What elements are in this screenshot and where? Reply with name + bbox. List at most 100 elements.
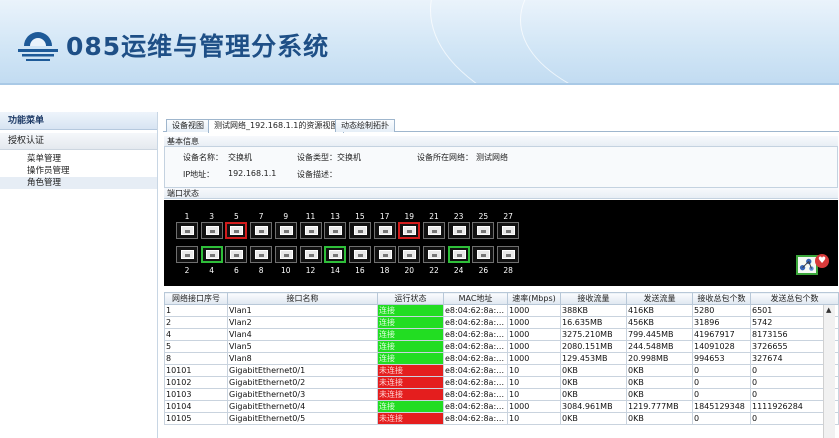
port-number-label: 27 — [503, 212, 513, 221]
port-icon[interactable] — [447, 222, 470, 239]
table-row[interactable]: 8 Vlan8 连接 e8:04:62:8a:0c... 1000 129.453MB 20… — [164, 352, 839, 365]
column-header[interactable]: 速率(Mbps) — [507, 292, 561, 305]
app-title: 085运维与管理分系统 — [66, 32, 330, 61]
status-cell: 连接 — [377, 352, 444, 365]
ethernet-jack-icon — [502, 226, 516, 235]
column-header[interactable]: 网络接口序号 — [164, 292, 228, 305]
port-number-label: 17 — [379, 212, 390, 221]
header-banner: 085运维与管理分系统 — [0, 0, 839, 85]
sidebar-item-role-management[interactable]: 角色管理 — [0, 177, 157, 189]
sidebar-group-auth[interactable]: 授权认证 — [0, 133, 157, 150]
table-row[interactable]: 10102 GigabitEthernet0/2 未连接 e8:04:62:8a:0c… — [164, 376, 839, 389]
port-icon[interactable] — [299, 246, 322, 263]
port-icon[interactable] — [348, 246, 371, 263]
port-icon[interactable] — [274, 246, 297, 263]
table-cell: 0KB — [626, 412, 693, 425]
table-cell: e8:04:62:8a:0c... — [443, 364, 508, 377]
table-row[interactable]: 5 Vlan5 连接 e8:04:62:8a:0c... 1000 2080.151MB 2… — [164, 340, 839, 353]
port-number-label: 14 — [330, 266, 340, 275]
port-icon[interactable] — [373, 222, 396, 239]
port-icon[interactable] — [398, 222, 421, 239]
table-cell: 10101 — [164, 364, 228, 377]
port-icon[interactable] — [472, 222, 495, 239]
table-cell: e8:04:62:8a:0c... — [443, 304, 508, 317]
ip-value: 192.168.1.1 — [228, 169, 277, 178]
device-type-label: 设备类型： — [297, 153, 337, 162]
port-icon[interactable] — [176, 222, 198, 239]
table-cell: e8:04:62:8a:0c... — [443, 412, 508, 425]
port-icon[interactable] — [423, 246, 445, 263]
status-cell: 连接 — [377, 304, 444, 317]
port-number-label: 1 — [184, 212, 190, 221]
table-cell: 1000 — [507, 316, 561, 329]
column-header[interactable]: 发送总包个数 — [750, 292, 839, 305]
table-cell: 1 — [164, 304, 228, 317]
port-icon[interactable] — [225, 246, 248, 263]
table-cell: e8:04:62:8a:0c... — [443, 328, 508, 341]
table-cell: 0KB — [626, 364, 693, 377]
scroll-up-arrow-icon[interactable]: ▲ — [826, 306, 831, 314]
column-header[interactable]: MAC地址 — [443, 292, 508, 305]
table-cell: 0KB — [560, 412, 627, 425]
table-cell: GigabitEthernet0/1 — [227, 364, 378, 377]
port-icon[interactable] — [497, 222, 520, 239]
ethernet-jack-icon — [353, 226, 367, 235]
port-icon[interactable] — [299, 222, 322, 239]
tab-resource-view[interactable]: 测试网络_192.168.1.1的资源视图 — [208, 119, 345, 133]
table-row[interactable]: 10104 GigabitEthernet0/4 连接 e8:04:62:8a:0c.… — [164, 400, 839, 413]
table-cell: 10 — [507, 412, 561, 425]
port-number-label: 2 — [184, 266, 190, 275]
port-icon[interactable] — [472, 246, 495, 263]
port-number-label: 6 — [234, 266, 239, 275]
port-number-label: 15 — [355, 212, 365, 221]
port-icon[interactable] — [274, 222, 297, 239]
tab-dynamic-topology[interactable]: 动态绘制拓扑 — [335, 119, 395, 132]
port-icon[interactable] — [423, 222, 445, 239]
port-icon[interactable] — [200, 246, 223, 263]
table-row[interactable]: 10101 GigabitEthernet0/1 未连接 e8:04:62:8a:0c… — [164, 364, 839, 377]
port-icon[interactable] — [324, 246, 347, 263]
table-cell: 41967917 — [692, 328, 751, 341]
table-scrollbar[interactable]: ▲ — [823, 305, 835, 438]
column-header[interactable]: 运行状态 — [377, 292, 444, 305]
table-cell: GigabitEthernet0/5 — [227, 412, 378, 425]
port-icon[interactable] — [348, 222, 371, 239]
port-icon[interactable] — [176, 246, 198, 263]
table-row[interactable]: 1 Vlan1 连接 e8:04:62:8a:0c... 1000 388KB 416KB 5… — [164, 304, 839, 317]
tab-device-view[interactable]: 设备视图 — [166, 119, 210, 132]
ethernet-jack-icon — [205, 250, 219, 259]
port-icon[interactable] — [373, 246, 396, 263]
table-cell: 10 — [507, 376, 561, 389]
table-row[interactable]: 10103 GigabitEthernet0/3 未连接 e8:04:62:8a:0c… — [164, 388, 839, 401]
table-cell: GigabitEthernet0/2 — [227, 376, 378, 389]
ethernet-jack-icon — [502, 250, 516, 259]
port-number-label: 25 — [478, 212, 489, 221]
port-icon[interactable] — [250, 222, 273, 239]
table-cell: GigabitEthernet0/4 — [227, 400, 378, 413]
table-cell: Vlan5 — [227, 340, 378, 353]
port-icon[interactable] — [447, 246, 470, 263]
port-icon[interactable] — [497, 246, 520, 263]
column-header[interactable]: 发送流量 — [626, 292, 693, 305]
port-icon[interactable] — [324, 222, 347, 239]
table-cell: Vlan8 — [227, 352, 378, 365]
port-icon[interactable] — [200, 222, 223, 239]
port-icon[interactable] — [250, 246, 273, 263]
port-icon[interactable] — [225, 222, 248, 239]
column-header[interactable]: 接收流量 — [560, 292, 627, 305]
ethernet-jack-icon — [428, 226, 441, 235]
port-icon[interactable] — [398, 246, 421, 263]
column-header[interactable]: 接收总包个数 — [692, 292, 751, 305]
table-cell: 2 — [164, 316, 228, 329]
column-header[interactable]: 接口名称 — [227, 292, 378, 305]
sidebar-item-operator-management[interactable]: 操作员管理 — [0, 165, 157, 177]
port-number-label: 8 — [258, 266, 264, 275]
table-row[interactable]: 2 Vlan2 连接 e8:04:62:8a:0c... 1000 16.635MB 456… — [164, 316, 839, 329]
table-cell: 31896 — [692, 316, 751, 329]
table-cell: 0 — [692, 388, 751, 401]
port-number-label: 24 — [453, 266, 464, 275]
heart-badge-icon[interactable]: ♥ — [815, 254, 829, 268]
sidebar-item-menu-management[interactable]: 菜单管理 — [0, 153, 157, 165]
table-row[interactable]: 10105 GigabitEthernet0/5 未连接 e8:04:62:8a:0c… — [164, 412, 839, 425]
table-row[interactable]: 4 Vlan4 连接 e8:04:62:8a:0c... 1000 3275.210MB 7… — [164, 328, 839, 341]
